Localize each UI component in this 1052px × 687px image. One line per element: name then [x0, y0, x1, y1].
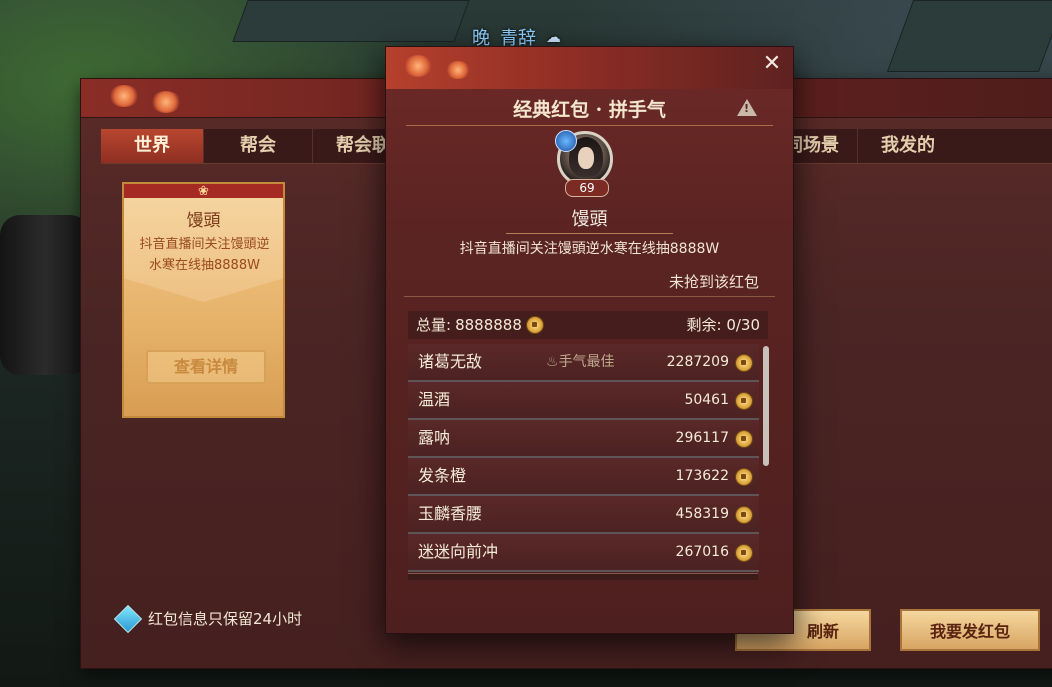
- sender-name: 馒頭: [571, 209, 608, 230]
- section-divider: [404, 296, 775, 297]
- player-level-badge: 69: [565, 179, 609, 197]
- claim-status: 未抢到该红包: [668, 273, 759, 291]
- claim-amount: 50461: [684, 392, 729, 408]
- claim-records-list[interactable]: 诸葛无敌 ♨手气最佳 2287209 温酒 50461 露呐 296117 发条…: [408, 344, 769, 572]
- envelope-sender: 馒頭: [186, 211, 221, 231]
- claimer-name: 发条橙: [418, 466, 467, 485]
- list-item: 温酒 50461: [408, 382, 759, 420]
- red-envelope-detail-popup: ✕ 经典红包 · 拼手气 ! 69 馒頭 抖音直播间关注馒頭逆水寒在线抽8888…: [385, 46, 794, 634]
- best-luck-tag: ♨手气最佳: [546, 344, 615, 380]
- avatar-face: [578, 147, 594, 169]
- scene-pillar: [0, 215, 90, 375]
- lantern-icon: [446, 61, 470, 79]
- list-item: 发条橙 173622: [408, 458, 759, 496]
- tab-my-sent[interactable]: 我发的: [858, 129, 958, 163]
- coin-icon: [735, 468, 753, 486]
- coin-icon: [735, 544, 753, 562]
- coin-icon: [735, 392, 753, 410]
- tab-guild[interactable]: 帮会: [204, 129, 313, 163]
- envelope-message: 抖音直播间关注馒頭逆水寒在线抽8888W: [459, 241, 720, 257]
- report-warning-icon[interactable]: !: [737, 99, 757, 116]
- claimer-name: 玉麟香腰: [418, 504, 483, 523]
- send-red-envelope-button[interactable]: 我要发红包: [900, 609, 1040, 651]
- claimer-name: 温酒: [418, 390, 451, 409]
- lantern-icon: [109, 85, 139, 107]
- list-scrollbar[interactable]: [763, 346, 769, 466]
- list-footer: [408, 573, 758, 580]
- close-icon[interactable]: ✕: [759, 51, 785, 77]
- popup-header: [386, 47, 793, 89]
- retention-notice: 红包信息只保留24小时: [113, 604, 303, 633]
- coin-icon: [735, 354, 753, 372]
- list-item: 玉麟香腰 458319: [408, 496, 759, 534]
- school-emblem-icon: [555, 130, 577, 152]
- notice-text: 红包信息只保留24小时: [148, 610, 303, 628]
- flower-icon: ❀: [198, 184, 209, 199]
- total-label: 总量:: [416, 316, 452, 334]
- flame-icon: ♨: [546, 354, 559, 370]
- envelope-summary: 总量: 8888888 剩余: 0/30: [408, 311, 768, 339]
- tab-world[interactable]: 世界: [101, 129, 204, 163]
- claim-amount: 267016: [675, 544, 729, 560]
- claimer-name: 诸葛无敌: [418, 352, 483, 371]
- coin-icon: [735, 430, 753, 448]
- envelope-message: 抖音直播间关注馒頭逆水寒在线抽8888W: [139, 237, 270, 273]
- cloud-icon: ☁: [546, 28, 561, 46]
- list-item: 迷迷向前冲 267016: [408, 534, 759, 572]
- claimer-name: 露呐: [418, 428, 451, 447]
- title-divider: [406, 125, 773, 126]
- red-envelope-card[interactable]: ❀ 馒頭 抖音直播间关注馒頭逆水寒在线抽8888W 查看详情: [122, 182, 285, 418]
- lantern-icon: [151, 91, 181, 113]
- claim-amount: 458319: [675, 506, 729, 522]
- claim-amount: 2287209: [666, 354, 729, 370]
- scene-roof-tile: [232, 0, 470, 42]
- claim-amount: 173622: [675, 468, 729, 484]
- claimer-name: 迷迷向前冲: [418, 542, 499, 561]
- best-luck-label: 手气最佳: [558, 354, 615, 370]
- name-divider: [506, 233, 673, 234]
- popup-title: 经典红包 · 拼手气: [513, 99, 666, 121]
- remaining-label: 剩余:: [686, 316, 722, 334]
- coin-icon: [735, 506, 753, 524]
- list-item: 露呐 296117: [408, 420, 759, 458]
- total-value: 8888888: [455, 316, 522, 334]
- lantern-icon: [404, 55, 432, 77]
- scene-roof-tile: [886, 0, 1052, 72]
- remaining-value: 0/30: [726, 316, 760, 334]
- view-details-button[interactable]: 查看详情: [146, 350, 266, 384]
- diamond-info-icon: [113, 604, 143, 633]
- claim-amount: 296117: [675, 430, 729, 446]
- coin-icon: [525, 316, 544, 334]
- list-item: 诸葛无敌 ♨手气最佳 2287209: [408, 344, 759, 382]
